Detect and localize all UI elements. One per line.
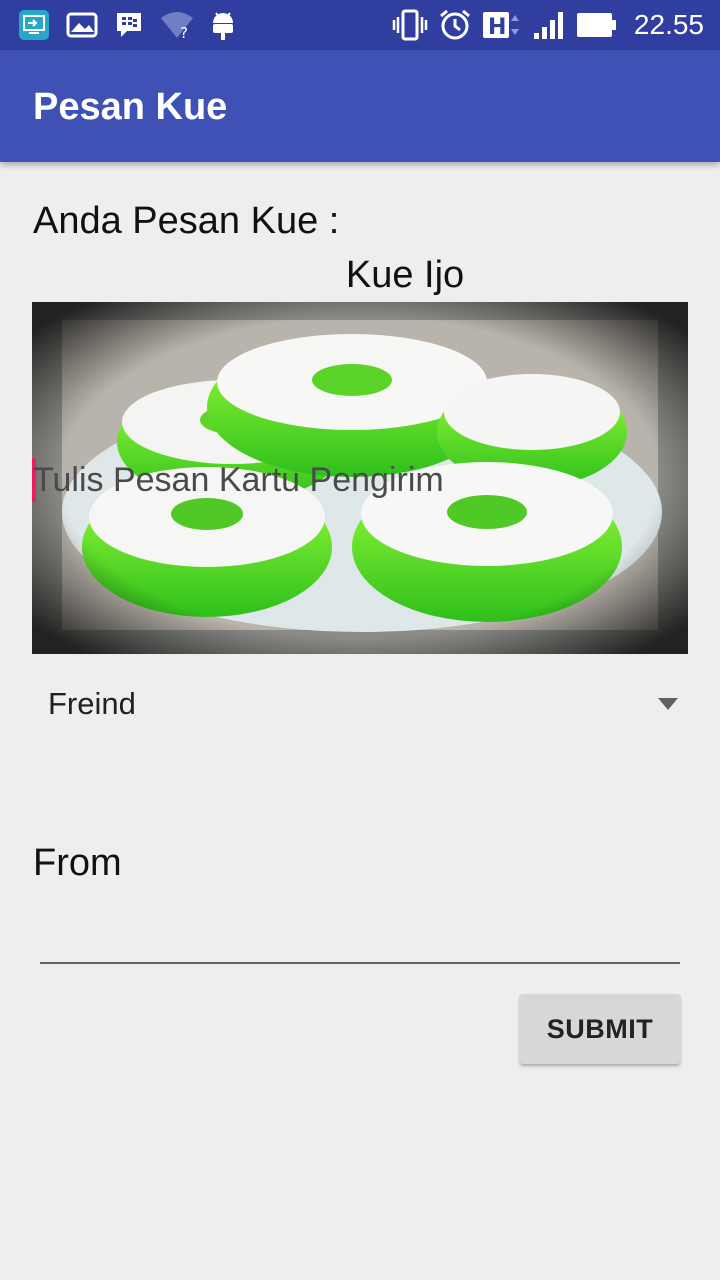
- battery-icon: [576, 12, 618, 38]
- status-bar-time: 22.55: [633, 9, 704, 40]
- svg-text:?: ?: [180, 24, 188, 40]
- app-bar: Pesan Kue: [0, 50, 720, 162]
- bbm-icon: [114, 10, 144, 40]
- card-message-input[interactable]: [33, 458, 673, 502]
- submit-button[interactable]: SUBMIT: [520, 994, 680, 1064]
- app-bar-title: Pesan Kue: [33, 86, 228, 128]
- status-bar-system-icons: H 22.55: [392, 8, 704, 42]
- spinner-selected-value: Freind: [48, 686, 136, 721]
- cake-name: Kue Ijo: [345, 254, 465, 296]
- status-bar-notifications: ?: [18, 8, 236, 42]
- recipient-spinner[interactable]: Freind: [32, 676, 688, 736]
- screen-mirror-icon: [18, 9, 50, 41]
- wifi-question-icon: ?: [160, 10, 194, 40]
- vibrate-icon: [392, 9, 428, 41]
- signal-icon: [532, 9, 566, 41]
- from-input[interactable]: [40, 900, 680, 964]
- network-h-icon: H: [482, 9, 522, 41]
- from-label: From: [33, 842, 122, 884]
- android-debug-icon: [210, 9, 236, 41]
- alarm-icon: [438, 8, 472, 42]
- gallery-icon: [66, 11, 98, 39]
- svg-text:H: H: [488, 15, 506, 40]
- order-label: Anda Pesan Kue :: [33, 200, 340, 242]
- dropdown-arrow-icon: [658, 698, 678, 710]
- status-bar: ? H 22.55: [0, 0, 720, 50]
